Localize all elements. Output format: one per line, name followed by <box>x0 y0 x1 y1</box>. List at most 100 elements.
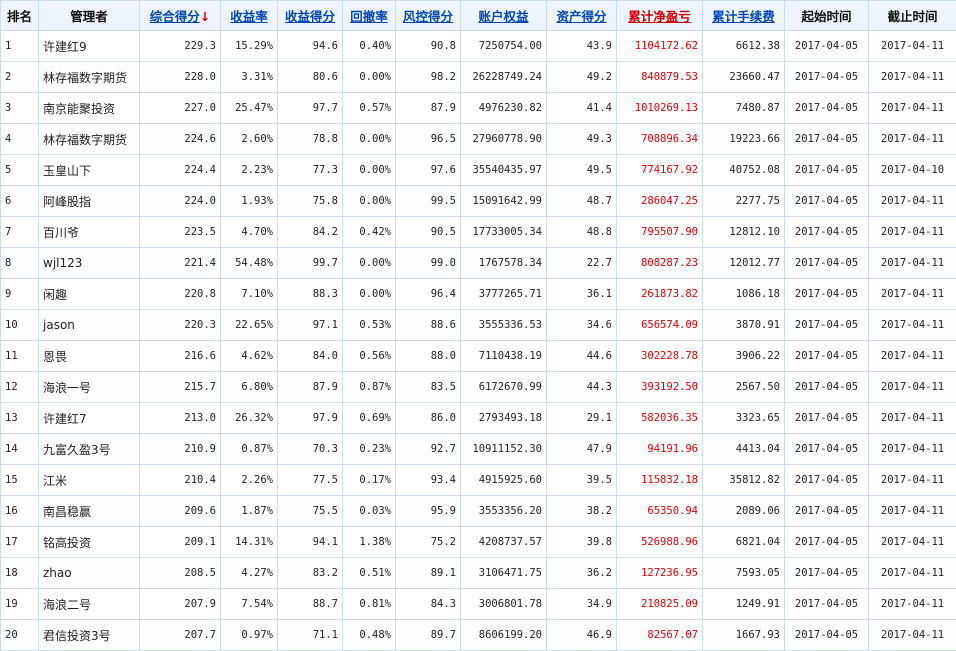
account-equity-header-label: 账户权益 <box>478 9 528 24</box>
risk-score-header[interactable]: 风控得分 <box>396 1 461 31</box>
rank-cell: 12 <box>1 372 39 403</box>
return-score-cell: 88.3 <box>278 279 343 310</box>
end-date-cell: 2017-04-11 <box>869 496 956 527</box>
asset-score-header[interactable]: 资产得分 <box>547 1 617 31</box>
net-profit-header[interactable]: 累计净盈亏 <box>617 1 703 31</box>
composite-score-cell: 223.5 <box>140 217 221 248</box>
risk-score-cell: 98.2 <box>396 62 461 93</box>
drawdown-cell: 0.00% <box>343 279 396 310</box>
composite-score-cell: 213.0 <box>140 403 221 434</box>
table-row: 4林存福数字期货224.62.60%78.80.00%96.527960778.… <box>1 124 956 155</box>
drawdown-cell: 0.00% <box>343 248 396 279</box>
manager-cell: wjl123 <box>39 248 140 279</box>
composite-score-cell: 221.4 <box>140 248 221 279</box>
fees-cell: 7480.87 <box>703 93 785 124</box>
drawdown-header[interactable]: 回撤率 <box>343 1 396 31</box>
fees-cell: 1249.91 <box>703 589 785 620</box>
composite-score-cell: 224.6 <box>140 124 221 155</box>
account-equity-cell: 4915925.60 <box>461 465 547 496</box>
start-date-cell: 2017-04-05 <box>785 434 869 465</box>
start-date-cell: 2017-04-05 <box>785 403 869 434</box>
rank-cell: 10 <box>1 310 39 341</box>
end-date-cell: 2017-04-11 <box>869 31 956 62</box>
return-rate-cell: 4.70% <box>221 217 278 248</box>
account-equity-cell: 3777265.71 <box>461 279 547 310</box>
manager-cell: 林存福数字期货 <box>39 62 140 93</box>
rank-cell: 17 <box>1 527 39 558</box>
manager-cell: 许建红7 <box>39 403 140 434</box>
return-rate-header-label: 收益率 <box>230 9 268 24</box>
account-equity-cell: 4208737.57 <box>461 527 547 558</box>
net-profit-cell: 1104172.62 <box>617 31 703 62</box>
start-date-cell: 2017-04-05 <box>785 217 869 248</box>
composite-score-cell: 224.4 <box>140 155 221 186</box>
fees-header-label: 累计手续费 <box>712 9 775 24</box>
fees-cell: 19223.66 <box>703 124 785 155</box>
return-score-cell: 75.8 <box>278 186 343 217</box>
risk-score-cell: 89.1 <box>396 558 461 589</box>
fees-cell: 12012.77 <box>703 248 785 279</box>
net-profit-cell: 582036.35 <box>617 403 703 434</box>
return-rate-cell: 1.93% <box>221 186 278 217</box>
table-row: 3南京能聚投资227.025.47%97.70.57%87.94976230.8… <box>1 93 956 124</box>
rank-cell: 19 <box>1 589 39 620</box>
manager-cell: 林存福数字期货 <box>39 124 140 155</box>
rank-cell: 13 <box>1 403 39 434</box>
manager-cell: 海浪二号 <box>39 589 140 620</box>
return-score-cell: 94.1 <box>278 527 343 558</box>
drawdown-cell: 0.69% <box>343 403 396 434</box>
drawdown-cell: 0.23% <box>343 434 396 465</box>
net-profit-header-label: 累计净盈亏 <box>628 9 691 24</box>
composite-score-cell: 220.8 <box>140 279 221 310</box>
composite-score-cell: 208.5 <box>140 558 221 589</box>
composite-score-cell: 216.6 <box>140 341 221 372</box>
return-score-header[interactable]: 收益得分 <box>278 1 343 31</box>
drawdown-cell: 0.57% <box>343 93 396 124</box>
account-equity-header[interactable]: 账户权益 <box>461 1 547 31</box>
fees-header[interactable]: 累计手续费 <box>703 1 785 31</box>
table-row: 6阿峰股指224.01.93%75.80.00%99.515091642.994… <box>1 186 956 217</box>
net-profit-cell: 808287.23 <box>617 248 703 279</box>
table-row: 19海浪二号207.97.54%88.70.81%84.33006801.783… <box>1 589 956 620</box>
net-profit-cell: 656574.09 <box>617 310 703 341</box>
return-rate-cell: 6.80% <box>221 372 278 403</box>
return-score-cell: 80.6 <box>278 62 343 93</box>
fees-cell: 2567.50 <box>703 372 785 403</box>
manager-header: 管理者 <box>39 1 140 31</box>
manager-cell: zhao <box>39 558 140 589</box>
start-date-cell: 2017-04-05 <box>785 465 869 496</box>
rank-cell: 16 <box>1 496 39 527</box>
table-body: 1许建红9229.315.29%94.60.40%90.87250754.004… <box>1 31 956 651</box>
asset-score-cell: 44.3 <box>547 372 617 403</box>
return-rate-cell: 4.62% <box>221 341 278 372</box>
asset-score-cell: 29.1 <box>547 403 617 434</box>
account-equity-cell: 2793493.18 <box>461 403 547 434</box>
return-rate-header[interactable]: 收益率 <box>221 1 278 31</box>
return-score-cell: 99.7 <box>278 248 343 279</box>
account-equity-cell: 3106471.75 <box>461 558 547 589</box>
composite-score-cell: 228.0 <box>140 62 221 93</box>
asset-score-cell: 22.7 <box>547 248 617 279</box>
return-rate-cell: 22.65% <box>221 310 278 341</box>
return-score-cell: 94.6 <box>278 31 343 62</box>
fees-cell: 3323.65 <box>703 403 785 434</box>
manager-header-label: 管理者 <box>70 9 108 24</box>
return-rate-cell: 4.27% <box>221 558 278 589</box>
account-equity-cell: 7250754.00 <box>461 31 547 62</box>
return-rate-cell: 15.29% <box>221 31 278 62</box>
risk-score-cell: 97.6 <box>396 155 461 186</box>
fees-cell: 7593.05 <box>703 558 785 589</box>
composite-score-cell: 207.9 <box>140 589 221 620</box>
asset-score-cell: 36.1 <box>547 279 617 310</box>
drawdown-cell: 0.00% <box>343 62 396 93</box>
account-equity-cell: 15091642.99 <box>461 186 547 217</box>
risk-score-cell: 87.9 <box>396 93 461 124</box>
return-rate-cell: 54.48% <box>221 248 278 279</box>
start-date-cell: 2017-04-05 <box>785 341 869 372</box>
fees-cell: 6821.04 <box>703 527 785 558</box>
net-profit-cell: 127236.95 <box>617 558 703 589</box>
return-score-cell: 97.1 <box>278 310 343 341</box>
account-equity-cell: 26228749.24 <box>461 62 547 93</box>
start-date-cell: 2017-04-05 <box>785 31 869 62</box>
composite-score-header[interactable]: 综合得分↓ <box>140 1 221 31</box>
